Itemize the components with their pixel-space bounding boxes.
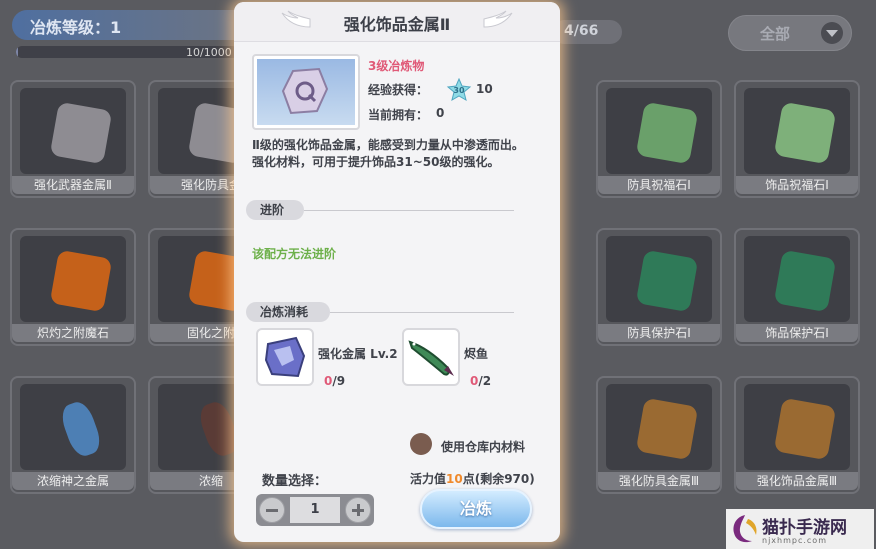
exp-gain-label: 经验获得： — [368, 83, 429, 97]
tile-label: 强化饰品金属Ⅲ — [736, 472, 858, 490]
right-wing-icon — [483, 10, 513, 28]
protect-stone-icon — [635, 249, 699, 313]
item-tile[interactable]: 防具祝福石Ⅰ — [596, 80, 722, 198]
exp-star-icon: 30 — [446, 78, 472, 102]
item-tile[interactable]: 强化饰品金属Ⅲ — [734, 376, 860, 494]
item-tile[interactable]: 强化防具金属Ⅲ — [596, 376, 722, 494]
plus-icon[interactable] — [345, 497, 371, 523]
section-divider — [330, 312, 514, 313]
advance-section-header: 进阶 — [246, 200, 304, 220]
watermark-logo-icon — [733, 515, 757, 543]
crystal-shard-icon — [57, 398, 105, 460]
item-tile[interactable]: 防具保护石Ⅰ — [596, 228, 722, 346]
tile-label: 防具祝福石Ⅰ — [598, 176, 720, 194]
material-need: /2 — [478, 374, 492, 388]
watermark-url: njxhmpc.com — [762, 536, 827, 545]
owned-value: 0 — [436, 106, 445, 120]
watermark-title: 猫扑手游网 — [762, 518, 847, 538]
tile-label: 饰品保护石Ⅰ — [736, 324, 858, 342]
vitality-cost: 活力值10点(剩余970) — [410, 470, 535, 487]
material-name: 烬鱼 — [464, 347, 489, 361]
tile-frame — [744, 88, 850, 174]
owned-label: 当前拥有： — [368, 108, 429, 122]
tile-frame — [606, 236, 712, 322]
tile-label: 防具保护石Ⅰ — [598, 324, 720, 342]
quantity-stepper: 1 — [256, 494, 374, 526]
description-text: Ⅱ级的强化饰品金属，能感受到力量从中渗透而出。 — [252, 138, 524, 152]
item-image-frame — [252, 54, 360, 130]
material-count: 0/9 — [324, 374, 345, 388]
tile-frame — [744, 384, 850, 470]
vitality-prefix: 活力值 — [410, 472, 447, 486]
item-detail-dialog: 强化饰品金属Ⅱ 3级冶炼物 经验获得： 30 10 当前拥有： 0 Ⅱ级的强化饰… — [234, 2, 560, 542]
accessory-metal-icon — [281, 67, 329, 115]
item-tile[interactable]: 浓缩神之金属 — [10, 376, 136, 494]
tile-label: 强化防具金属Ⅲ — [598, 472, 720, 490]
tile-frame — [606, 384, 712, 470]
tile-frame — [20, 384, 126, 470]
item-description: Ⅱ级的强化饰品金属，能感受到力量从中渗透而出。 强化材料，可用于提升饰品31~5… — [252, 137, 544, 171]
cost-section-header: 冶炼消耗 — [246, 302, 330, 322]
advance-note: 该配方无法进阶 — [252, 247, 337, 261]
blessing-stone-icon — [635, 101, 699, 165]
tile-label: 浓缩神之金属 — [12, 472, 134, 490]
vitality-suffix: 点(剩余970) — [462, 472, 535, 486]
tile-label: 饰品祝福石Ⅰ — [736, 176, 858, 194]
item-tile[interactable]: 炽灼之附魔石 — [10, 228, 136, 346]
refine-level-text: 冶炼等级：1 — [30, 18, 122, 37]
item-tile[interactable]: 饰品祝福石Ⅰ — [734, 80, 860, 198]
material-slot-fish[interactable] — [402, 328, 460, 386]
vitality-cost-value: 10 — [446, 472, 463, 486]
section-divider — [304, 210, 514, 211]
ember-fish-icon — [408, 340, 454, 376]
item-tile[interactable]: 强化武器金属Ⅱ — [10, 80, 136, 198]
sword-metal-icon — [49, 101, 113, 165]
item-art — [257, 59, 355, 125]
tile-frame — [20, 88, 126, 174]
item-rarity: 3级冶炼物 — [368, 59, 425, 73]
material-name: 强化金属 Lv.2 — [318, 347, 398, 361]
metal-ore-icon — [264, 336, 306, 378]
refine-exp-text: 10/1000 — [186, 46, 232, 59]
tile-label: 炽灼之附魔石 — [12, 324, 134, 342]
tile-frame — [20, 236, 126, 322]
quantity-value[interactable]: 1 — [290, 497, 340, 523]
material-count: 0/2 — [470, 374, 491, 388]
use-storage-toggle[interactable] — [410, 433, 432, 455]
exp-badge-text: 30 — [453, 86, 465, 95]
exp-gain-value: 10 — [476, 82, 493, 96]
minus-icon[interactable] — [259, 497, 285, 523]
material-slot-metal[interactable] — [256, 328, 314, 386]
use-storage-label: 使用仓库内材料 — [441, 440, 526, 454]
material-need: /9 — [332, 374, 346, 388]
enchant-stone-icon — [49, 249, 113, 313]
quantity-label: 数量选择： — [262, 474, 328, 489]
tile-label: 强化武器金属Ⅱ — [12, 176, 134, 194]
tile-frame — [606, 88, 712, 174]
refine-button[interactable]: 冶炼 — [420, 489, 532, 529]
filter-label: 全部 — [760, 25, 791, 43]
chevron-down-icon[interactable] — [821, 22, 843, 44]
usage-text: 强化材料，可用于提升饰品31~50级的强化。 — [252, 155, 500, 169]
tile-frame — [744, 236, 850, 322]
armor-metal-icon — [635, 397, 699, 461]
item-tile[interactable]: 饰品保护石Ⅰ — [734, 228, 860, 346]
accessory-metal-icon — [773, 397, 837, 461]
refine-exp-fill — [16, 46, 19, 58]
blessing-stone-icon — [773, 101, 837, 165]
collection-count: 4/66 — [564, 23, 599, 39]
protect-stone-icon — [773, 249, 837, 313]
dialog-header: 强化饰品金属Ⅱ — [234, 2, 560, 42]
